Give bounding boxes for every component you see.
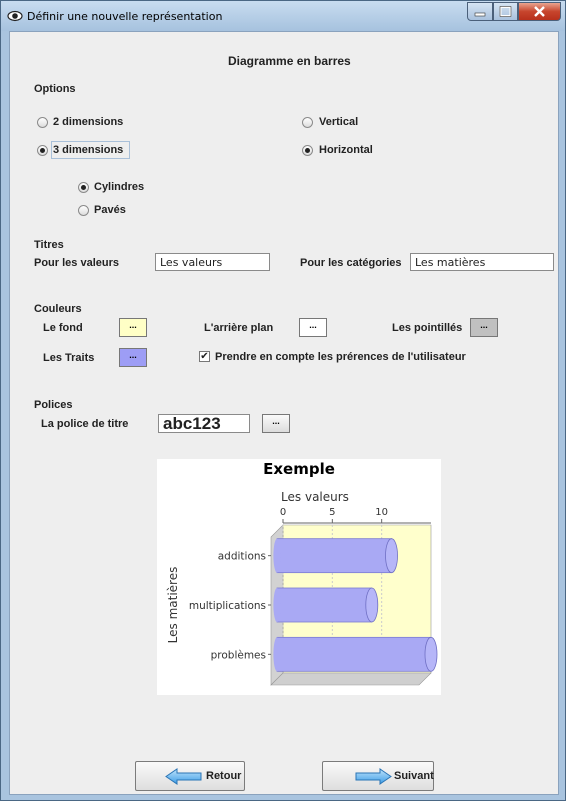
eye-icon bbox=[7, 10, 23, 22]
radio-3-dimensions[interactable] bbox=[37, 145, 48, 156]
bar-chart: Exemple Les valeurs Les matières 0 5 10 additi… bbox=[166, 460, 438, 686]
radio-paves-label: Pavés bbox=[94, 204, 126, 216]
fond-color-button[interactable]: ... bbox=[119, 318, 147, 337]
window-title: Définir une nouvelle représentation bbox=[27, 10, 223, 23]
valeurs-title-field[interactable]: Les valeurs bbox=[155, 253, 270, 271]
bar-base-problèmes bbox=[273, 637, 281, 672]
retour-label: Retour bbox=[206, 770, 242, 782]
x-tick-label: 0 bbox=[280, 507, 286, 518]
police-titre-button[interactable]: ... bbox=[262, 414, 290, 433]
retour-button[interactable]: Retour bbox=[135, 761, 245, 791]
minimize-button[interactable] bbox=[467, 2, 493, 21]
radio-paves[interactable] bbox=[78, 205, 89, 216]
chart-preview: Exemple Les valeurs Les matières 0 5 10 additi… bbox=[157, 459, 441, 695]
polices-section-title: Polices bbox=[34, 399, 73, 411]
categories-title-label: Pour les catégories bbox=[300, 257, 402, 269]
couleurs-section-title: Couleurs bbox=[34, 303, 82, 315]
arriere-plan-label: L'arrière plan bbox=[204, 322, 274, 334]
bar-additions bbox=[276, 538, 392, 574]
traits-color-button[interactable]: ... bbox=[119, 348, 147, 367]
x-tick-label: 10 bbox=[375, 507, 388, 518]
dialog-content: Diagramme en barres Options 2 dimensions… bbox=[9, 31, 559, 795]
pointilles-color-button[interactable]: ... bbox=[470, 318, 498, 337]
options-section-title: Options bbox=[34, 83, 76, 95]
traits-label: Les Traits bbox=[43, 352, 95, 364]
pointilles-label: Les pointillés bbox=[392, 322, 463, 334]
category-label-multiplications: multiplications bbox=[189, 600, 266, 612]
x-tick-label: 5 bbox=[329, 507, 335, 518]
category-label-additions: additions bbox=[218, 551, 266, 563]
radio-cylindres[interactable] bbox=[78, 182, 89, 193]
bar-cap-problèmes bbox=[424, 636, 438, 672]
radio-2-dimensions-label: 2 dimensions bbox=[53, 116, 124, 128]
close-icon bbox=[534, 6, 545, 17]
radio-vertical-label: Vertical bbox=[319, 116, 359, 128]
arrow-right-icon bbox=[355, 768, 392, 785]
preferences-label: Prendre en compte les prérences de l'uti… bbox=[215, 351, 466, 363]
radio-horizontal[interactable] bbox=[302, 145, 313, 156]
radio-vertical[interactable] bbox=[302, 117, 313, 128]
maximize-button[interactable] bbox=[493, 2, 518, 21]
radio-3-dimensions-label: 3 dimensions bbox=[53, 144, 124, 156]
titres-section-title: Titres bbox=[34, 239, 64, 251]
y-axis-label: Les matières bbox=[166, 567, 180, 644]
check-icon: ✔ bbox=[200, 351, 209, 362]
categories-title-field[interactable]: Les matières bbox=[410, 253, 554, 271]
bar-base-multiplications bbox=[273, 588, 281, 622]
police-titre-sample: abc123 bbox=[158, 414, 250, 433]
radio-2-dimensions[interactable] bbox=[37, 117, 48, 128]
minimize-icon bbox=[474, 12, 486, 17]
suivant-label: Suivant bbox=[394, 770, 434, 782]
plot-floor bbox=[270, 672, 432, 686]
police-titre-label: La police de titre bbox=[41, 418, 129, 430]
radio-horizontal-label: Horizontal bbox=[319, 144, 373, 156]
bar-problèmes bbox=[276, 636, 432, 672]
radio-cylindres-label: Cylindres bbox=[94, 181, 145, 193]
valeurs-title-label: Pour les valeurs bbox=[34, 257, 119, 269]
maximize-icon bbox=[499, 6, 512, 17]
arrow-left-icon bbox=[165, 768, 202, 785]
category-label-problèmes: problèmes bbox=[211, 649, 266, 661]
fond-label: Le fond bbox=[43, 322, 83, 334]
bar-multiplications bbox=[276, 587, 373, 623]
x-axis-label: Les valeurs bbox=[281, 490, 349, 504]
bar-base-additions bbox=[273, 538, 281, 573]
bar-cap-multiplications bbox=[365, 587, 379, 623]
title-bar[interactable]: Définir une nouvelle représentation bbox=[1, 1, 565, 31]
dialog-window: Définir une nouvelle représentation Diag… bbox=[0, 0, 566, 801]
arriere-plan-color-button[interactable]: ... bbox=[299, 318, 327, 337]
close-button[interactable] bbox=[518, 2, 561, 21]
dialog-heading: Diagramme en barres bbox=[228, 54, 351, 68]
preferences-checkbox[interactable]: ✔ bbox=[199, 351, 210, 362]
suivant-button[interactable]: Suivant bbox=[322, 761, 434, 791]
chart-title: Exemple bbox=[263, 460, 335, 478]
bar-cap-additions bbox=[385, 538, 398, 574]
